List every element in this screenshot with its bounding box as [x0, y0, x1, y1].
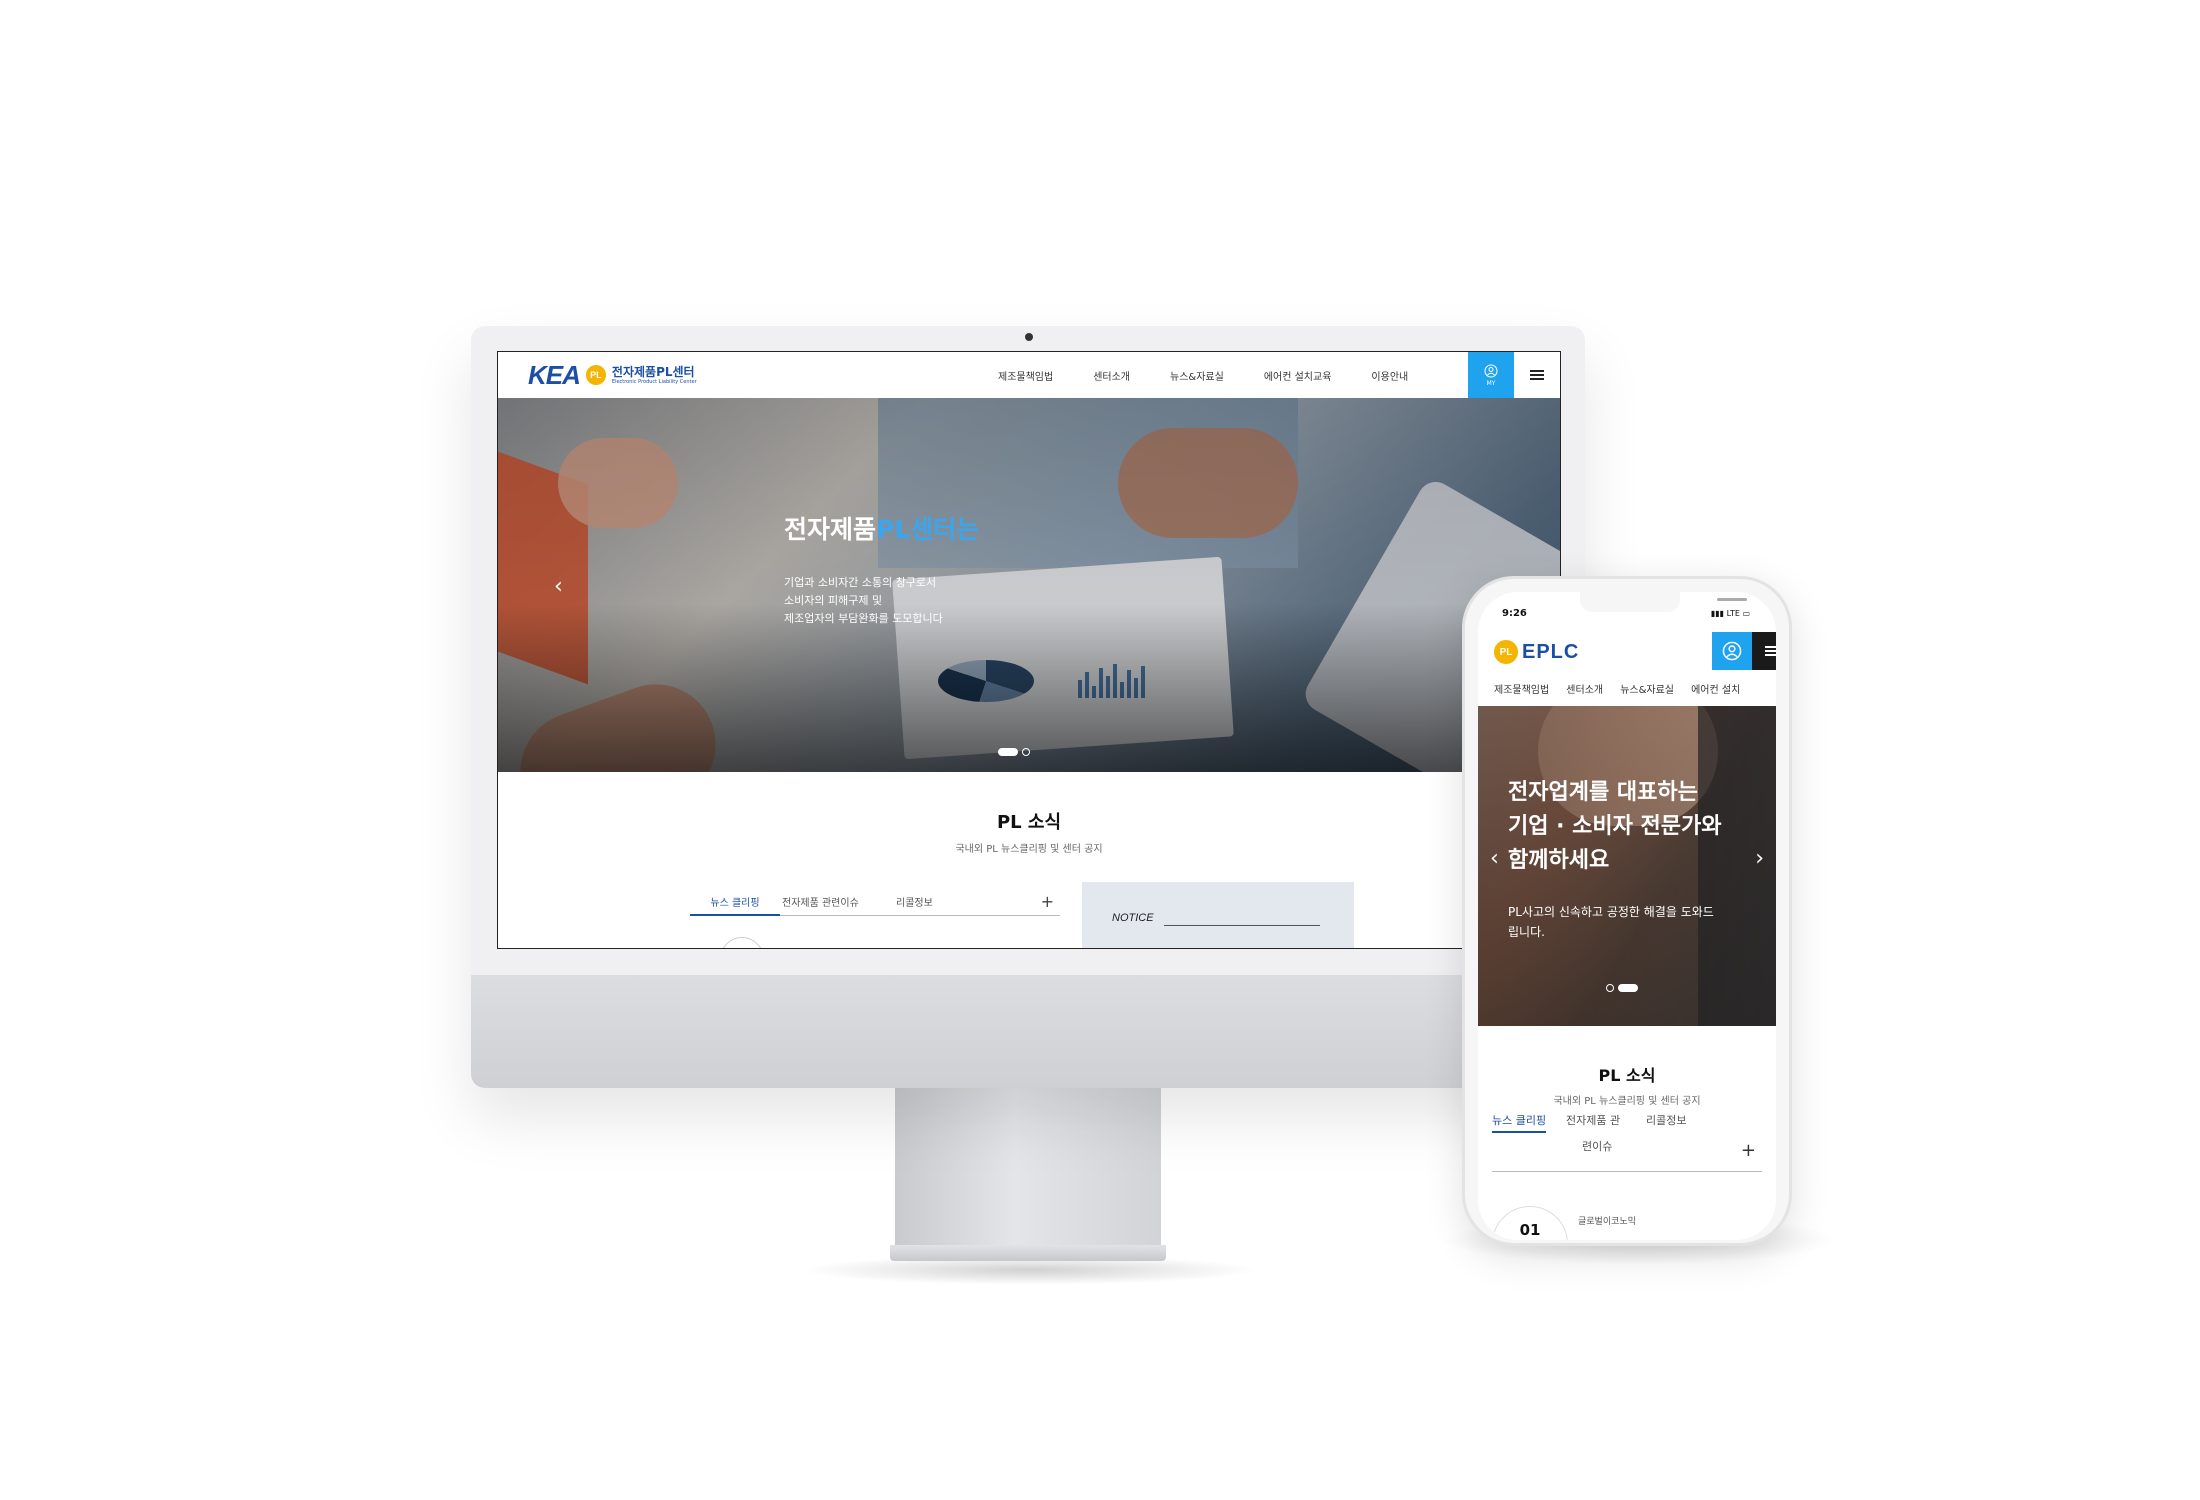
my-page-button[interactable]: MY	[1468, 352, 1514, 398]
mobile-section-title: PL 소식	[1598, 1066, 1656, 1085]
mobile-hero-next-icon[interactable]: ›	[1755, 846, 1764, 871]
hamburger-icon	[1765, 646, 1776, 656]
status-time: 9:26	[1502, 608, 1527, 619]
mobile-hero: 전자업계를 대표하는 기업 · 소비자 전문가와 함께하세요 PL사고의 신속하…	[1478, 706, 1776, 1026]
nav-item-aircon-edu[interactable]: 에어컨 설치교육	[1264, 368, 1332, 383]
hero-description: 기업과 소비자간 소통의 창구로서 소비자의 피해구제 및 제조업자의 부담완화…	[784, 576, 943, 625]
mobile-tab-issues-wrap[interactable]: 련이슈	[1582, 1138, 1612, 1154]
battery-icon: ▭	[1742, 609, 1750, 618]
mobile-more-plus-icon[interactable]: +	[1741, 1140, 1756, 1161]
desktop-logo[interactable]: KEA PL 전자제품PL센터 Electronic Product Liabi…	[528, 359, 697, 390]
status-bar: 9:26 ▮▮▮ LTE ▭	[1478, 592, 1776, 632]
user-icon	[1484, 364, 1498, 377]
monitor-stand	[895, 1088, 1161, 1248]
mobile-tab-news-clipping[interactable]: 뉴스 클리핑	[1492, 1112, 1547, 1133]
logo-name: 전자제품PL센터	[611, 364, 695, 379]
hamburger-icon	[1530, 370, 1544, 380]
nav-item-news[interactable]: 뉴스&자료실	[1170, 368, 1224, 383]
mobile-hero-title: 전자업계를 대표하는 기업 · 소비자 전문가와 함께하세요	[1508, 780, 1722, 873]
mobile-my-button[interactable]	[1712, 632, 1752, 670]
more-plus-icon[interactable]: +	[1041, 892, 1054, 911]
mobile-nav: 제조물책임법 센터소개 뉴스&자료실 에어컨 설치	[1494, 678, 1776, 698]
news-tabs: 뉴스 클리핑 전자제품 관련이슈 리콜정보 +	[690, 892, 1060, 916]
hero-prev-arrow-icon[interactable]: ‹	[554, 574, 563, 599]
mobile-news-item-number: 01	[1492, 1206, 1568, 1240]
nav-item-guide[interactable]: 이용안내	[1371, 368, 1408, 383]
mobile-hero-description: PL사고의 신속하고 공정한 해결을 도와드 립니다.	[1508, 905, 1714, 939]
tab-issues[interactable]: 전자제품 관련이슈	[782, 894, 859, 916]
notice-label: NOTICE	[1112, 912, 1154, 924]
news-item-circle	[720, 937, 764, 948]
hero-pagination	[998, 748, 1030, 756]
mobile-logo-text: EPLC	[1522, 640, 1580, 663]
phone-notch	[1580, 592, 1747, 612]
notice-box[interactable]: NOTICE	[1082, 882, 1354, 948]
mobile-menu-button[interactable]	[1752, 632, 1776, 670]
desktop-nav: 제조물책임법 센터소개 뉴스&자료실 에어컨 설치교육 이용안내	[998, 352, 1408, 398]
hero-dot[interactable]	[1022, 748, 1030, 756]
user-icon	[1722, 641, 1742, 661]
mobile-nav-news[interactable]: 뉴스&자료실	[1620, 685, 1674, 696]
mobile-hero-dot[interactable]	[1606, 984, 1614, 992]
mobile-logo[interactable]: PL EPLC	[1494, 640, 1579, 664]
section-subtitle: 국내외 PL 뉴스클리핑 및 센터 공지	[955, 844, 1103, 855]
mobile-news-item-source[interactable]: 글로벌이코노믹	[1578, 1214, 1636, 1227]
mobile-hero-dot-active[interactable]	[1618, 984, 1638, 992]
nav-item-center-intro[interactable]: 센터소개	[1093, 368, 1130, 383]
logo-kea: KEA	[528, 359, 581, 390]
logo-pl-badge: PL	[585, 365, 606, 385]
status-network: ▮▮▮ LTE ▭	[1710, 609, 1750, 618]
mobile-section-subtitle: 국내외 PL 뉴스클리핑 및 센터 공지	[1553, 1096, 1701, 1107]
menu-button[interactable]	[1514, 352, 1560, 398]
monitor-chin	[471, 975, 1585, 1088]
logo-subtitle: Electronic Product Liability Center	[611, 378, 697, 385]
tab-news-clipping[interactable]: 뉴스 클리핑	[690, 894, 780, 916]
desktop-hero: 전자제품PL센터는 기업과 소비자간 소통의 창구로서 소비자의 피해구제 및 …	[498, 398, 1560, 772]
mobile-nav-pl-law[interactable]: 제조물책임법	[1494, 685, 1549, 696]
hero-title: 전자제품PL센터는	[784, 515, 980, 544]
mobile-logo-pl-badge: PL	[1494, 640, 1518, 664]
mobile-hero-prev-icon[interactable]: ‹	[1490, 846, 1499, 871]
tab-recall[interactable]: 리콜정보	[896, 894, 933, 916]
desktop-content: PL 소식 국내외 PL 뉴스클리핑 및 센터 공지 뉴스 클리핑 전자제품 관…	[498, 772, 1560, 948]
notice-divider	[1164, 925, 1320, 926]
nav-item-pl-law[interactable]: 제조물책임법	[998, 368, 1053, 383]
mobile-hero-pagination	[1606, 984, 1638, 992]
mobile-news-tabs: 뉴스 클리핑 전자제품 관 련이슈 리콜정보 +	[1492, 1112, 1762, 1172]
signal-icon: ▮▮▮	[1710, 609, 1727, 618]
monitor-stand-base	[890, 1245, 1166, 1261]
mobile-nav-center-intro[interactable]: 센터소개	[1566, 685, 1603, 696]
desktop-screen: KEA PL 전자제품PL센터 Electronic Product Liabi…	[497, 351, 1561, 949]
hero-dot-active[interactable]	[998, 748, 1018, 756]
mobile-tab-issues[interactable]: 전자제품 관	[1566, 1112, 1620, 1128]
section-title: PL 소식	[996, 812, 1062, 833]
desktop-header: KEA PL 전자제품PL센터 Electronic Product Liabi…	[498, 352, 1560, 398]
my-label: MY	[1486, 379, 1496, 387]
mobile-screen: 9:26 ▮▮▮ LTE ▭ PL EPLC 제조물책임법 센터소개 뉴스&자료…	[1478, 592, 1776, 1240]
mobile-nav-aircon[interactable]: 에어컨 설치	[1691, 685, 1740, 696]
mobile-tab-recall[interactable]: 리콜정보	[1646, 1112, 1686, 1128]
monitor-camera	[1025, 333, 1033, 341]
